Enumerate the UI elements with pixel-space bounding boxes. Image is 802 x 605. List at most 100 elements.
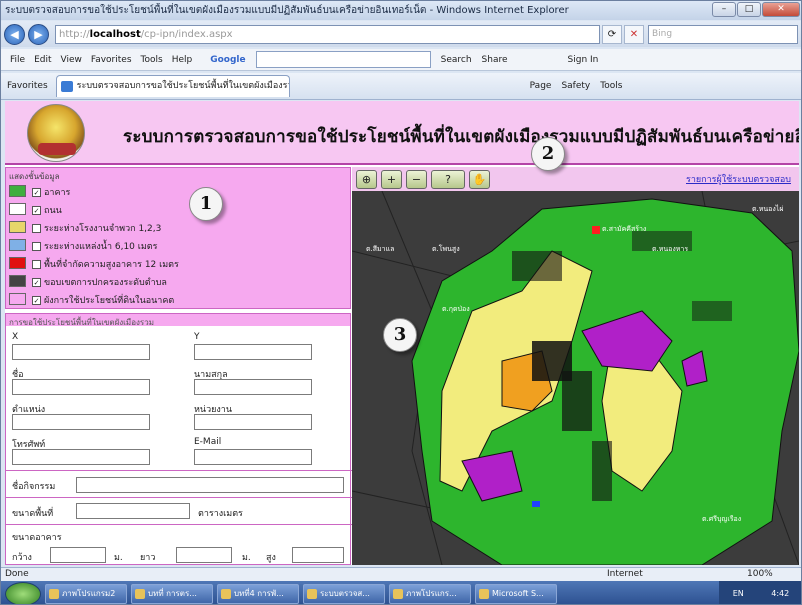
x-label: X [12, 332, 19, 342]
legend-item[interactable]: ระยะห่างโรงงานจำพวก 1,2,3 [32, 221, 161, 235]
refresh-icon[interactable]: ⟳ [602, 24, 622, 44]
sign-in-link[interactable]: Sign In [568, 55, 599, 65]
clock: 4:42 [771, 589, 790, 598]
legend-item-label: ขอบเขตการปกครองระดับตำบล [44, 278, 167, 288]
search-button[interactable]: Search [441, 55, 472, 65]
menu-tools[interactable]: Tools [141, 55, 163, 65]
favorites-button[interactable]: Favorites [7, 81, 48, 91]
browser-tab[interactable]: ระบบตรวจสอบการขอใช้ประโยชน์พื้นที่ในเขตผ… [55, 75, 290, 97]
legend-item[interactable]: ✓ อาคาร [32, 185, 70, 199]
width-unit: ม. [114, 553, 123, 563]
url-path: /cp-ipn/index.aspx [140, 28, 233, 40]
activity-input[interactable] [76, 477, 344, 493]
legend-swatch [9, 203, 26, 215]
name-input[interactable] [12, 379, 150, 395]
layer-checkbox[interactable]: ✓ [32, 277, 41, 287]
language-indicator[interactable]: EN [733, 589, 744, 598]
email-input[interactable] [194, 449, 312, 465]
start-button[interactable] [5, 581, 41, 604]
taskbar-button[interactable]: ระบบตรวจส... [303, 583, 385, 604]
menu-favorites[interactable]: Favorites [91, 55, 132, 65]
area-input[interactable] [76, 503, 190, 519]
stop-icon[interactable]: ✕ [624, 24, 644, 44]
surname-input[interactable] [194, 379, 312, 395]
length-label: ยาว [140, 553, 156, 563]
user-list-link[interactable]: รายการผู้ใช้ระบบตรวจสอบ [686, 172, 791, 186]
layer-checkbox[interactable] [32, 259, 41, 269]
legend-header: แสดงชั้นข้อมูล [9, 172, 60, 181]
menu-file[interactable]: File [10, 55, 25, 65]
google-toolbar-label: Google [210, 54, 246, 65]
legend-item[interactable]: ระยะห่างแหล่งน้ำ 6,10 เมตร [32, 239, 157, 253]
pan-icon[interactable]: ✋ [469, 169, 490, 189]
close-button[interactable]: ✕ [762, 2, 800, 17]
agency-input[interactable] [194, 414, 312, 430]
phone-input[interactable] [12, 449, 150, 465]
area-label: ขนาดพื้นที่ [12, 509, 54, 519]
menu-view[interactable]: View [61, 55, 82, 65]
legend-item-label: พื้นที่จำกัดความสูงอาคาร 12 เมตร [44, 260, 179, 270]
back-button[interactable]: ◀ [4, 23, 25, 45]
address-bar: ◀ ▶ http:// localhost /cp-ipn/index.aspx… [1, 21, 801, 47]
taskbar-button[interactable]: ภาพโปรแกรม2 [45, 583, 127, 604]
zoom-level[interactable]: 100% [747, 569, 773, 579]
layer-checkbox[interactable]: ✓ [32, 295, 41, 305]
page-title: ระบบการตรวจสอบการขอใช้ประโยชน์พื้นที่ในเ… [123, 127, 799, 147]
legend-swatch [9, 239, 26, 251]
length-input[interactable] [176, 547, 232, 563]
layer-checkbox[interactable] [32, 241, 41, 251]
map-panel: ⊕ + − ? ✋ รายการผู้ใช้ระบบตรวจสอบ ต.สีมา… [352, 167, 799, 565]
legend-item-label: อาคาร [44, 188, 71, 198]
zoom-out-icon[interactable]: − [406, 169, 427, 189]
height-input[interactable] [292, 547, 344, 563]
share-button[interactable]: Share [482, 55, 508, 65]
x-coordinate-input[interactable] [12, 344, 150, 360]
width-input[interactable] [50, 547, 106, 563]
email-label: E-Mail [194, 437, 222, 447]
menu-bar: File Edit View Favorites Tools Help Goog… [1, 49, 801, 71]
site-banner: ระบบการตรวจสอบการขอใช้ประโยชน์พื้นที่ในเ… [5, 101, 799, 165]
activity-label: ชื่อกิจกรรม [12, 482, 56, 492]
layer-checkbox[interactable]: ✓ [32, 187, 41, 197]
position-input[interactable] [12, 414, 150, 430]
page-menu[interactable]: Page [530, 81, 552, 91]
layer-checkbox[interactable] [32, 223, 41, 233]
map-place-label: ต.สามัคคีสร้าง [602, 225, 646, 233]
menu-help[interactable]: Help [172, 55, 193, 65]
legend-item-label: ถนน [44, 206, 62, 216]
zoom-in-icon[interactable]: + [381, 169, 402, 189]
layer-checkbox[interactable]: ✓ [32, 205, 41, 215]
taskbar-button[interactable]: Microsoft S... [475, 583, 557, 604]
municipality-seal-logo [27, 104, 85, 162]
maximize-button[interactable]: □ [737, 2, 761, 17]
legend-item-label: ระยะห่างแหล่งน้ำ 6,10 เมตร [44, 242, 158, 252]
y-coordinate-input[interactable] [194, 344, 312, 360]
taskbar-button[interactable]: บทที่ การตร... [131, 583, 213, 604]
legend-item[interactable]: ✓ ถนน [32, 203, 62, 217]
taskbar-button[interactable]: บทที่4 การพั... [217, 583, 299, 604]
window-title: ระบบตรวจสอบการขอใช้ประโยชน์พื้นที่ในเขตผ… [5, 5, 569, 16]
legend-swatch [9, 257, 26, 269]
map-place-label: ต.ศรีบุญเรือง [702, 515, 741, 523]
safety-menu[interactable]: Safety [561, 81, 590, 91]
form-header: การขอใช้ประโยชน์พื้นที่ในเขตผังเมืองรวม [6, 314, 350, 327]
minimize-button[interactable]: – [712, 2, 736, 17]
url-input[interactable]: http:// localhost /cp-ipn/index.aspx [55, 24, 600, 44]
callout-marker-3: 3 [383, 318, 417, 352]
google-search-input[interactable] [255, 51, 431, 68]
favorites-bar: Favorites ระบบตรวจสอบการขอใช้ประโยชน์พื้… [1, 73, 801, 100]
zoom-extent-icon[interactable]: ⊕ [356, 169, 377, 189]
land-use-map[interactable]: ต.สีมาแล ต.โพนสูง ต.หนองหารต.กุดป่อง ต.สามั… [352, 191, 799, 565]
map-place-label: ต.หนองไผ่ [752, 204, 783, 213]
legend-item[interactable]: ✓ ผังการใช้ประโยชน์ที่ดินในอนาคต [32, 293, 174, 307]
identify-icon[interactable]: ? [431, 169, 465, 189]
menu-edit[interactable]: Edit [34, 55, 51, 65]
taskbar-button[interactable]: ภาพโปรแกร... [389, 583, 471, 604]
legend-item[interactable]: ✓ ขอบเขตการปกครองระดับตำบล [32, 275, 167, 289]
forward-button[interactable]: ▶ [28, 23, 49, 45]
bing-search-input[interactable]: Bing [648, 24, 798, 44]
map-place-label: ต.หนองหาร [652, 245, 688, 253]
layer-legend-panel: แสดงชั้นข้อมูล ✓ อาคาร ✓ ถนน ระยะห่างโรงงานจ… [5, 167, 351, 309]
legend-item[interactable]: พื้นที่จำกัดความสูงอาคาร 12 เมตร [32, 257, 179, 271]
tools-menu[interactable]: Tools [600, 81, 622, 91]
